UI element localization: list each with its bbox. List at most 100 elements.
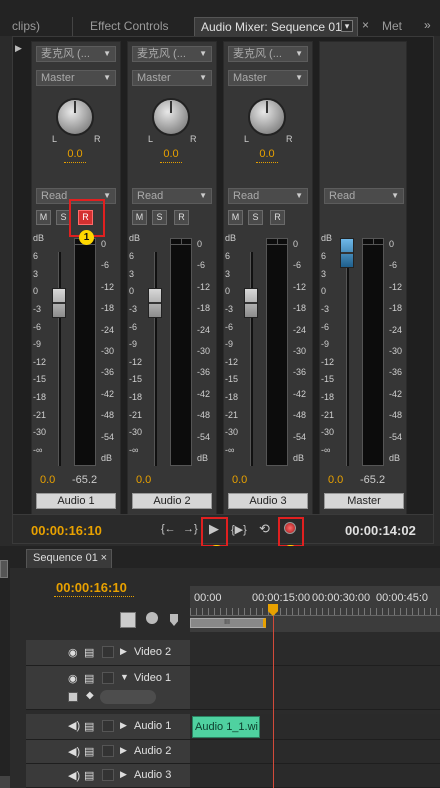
automation-mode-select[interactable]: Read ▼ [228, 188, 308, 204]
fader-scale-tick: -9 [225, 339, 234, 350]
fader-scale-tick: -3 [129, 303, 138, 314]
meter-scale-tick: -18 [293, 303, 307, 314]
master-volume-fader[interactable] [340, 238, 354, 268]
output-select[interactable]: Master ▼ [228, 70, 308, 86]
expand-track-icon[interactable]: ▶ [120, 745, 127, 756]
solo-button[interactable]: S [152, 210, 167, 225]
panel-menu-icon[interactable]: ▾ [341, 20, 353, 32]
tab-project-clips[interactable]: clips) [6, 17, 72, 36]
selection-tool[interactable] [0, 560, 8, 578]
volume-fader[interactable] [244, 288, 258, 318]
go-to-out-button[interactable]: →} [183, 523, 198, 535]
fader-scale-tick: -9 [321, 339, 330, 350]
tab-audio-mixer[interactable]: Audio Mixer: Sequence 01 ▾ [194, 17, 358, 36]
volume-value[interactable]: 0.0 [328, 474, 343, 486]
more-tabs-icon[interactable]: » [424, 18, 431, 32]
film-icon[interactable]: ▤ [84, 769, 94, 782]
pan-knob[interactable] [56, 98, 94, 136]
audio-clip[interactable]: Audio 1_1.wi [192, 716, 260, 738]
input-select[interactable]: 麦克风 (... ▼ [228, 46, 308, 62]
expand-track-icon[interactable]: ▶ [120, 646, 127, 657]
pan-right-label: R [286, 134, 293, 144]
tab-label: Effect Controls [90, 19, 169, 33]
fader-scale-tick: -15 [129, 374, 143, 385]
lock-toggle[interactable] [102, 720, 114, 732]
keyframe-icon[interactable]: ◆ [86, 690, 94, 701]
expand-track-icon[interactable]: ▶ [120, 720, 127, 731]
fader-scale-tick: -12 [321, 356, 335, 367]
pan-value[interactable]: 0.0 [224, 148, 310, 160]
speaker-icon[interactable]: ◀) [68, 745, 80, 758]
lock-toggle[interactable] [102, 769, 114, 781]
film-icon[interactable]: ▤ [84, 720, 94, 733]
eye-icon[interactable]: ◉ [68, 672, 78, 685]
film-icon[interactable]: ▤ [84, 672, 94, 685]
meter-scale-tick: 0 [293, 239, 299, 249]
lock-toggle[interactable] [102, 745, 114, 757]
pan-value[interactable]: 0.0 [128, 148, 214, 160]
timeline-tab-bar: Sequence 01 × [0, 546, 440, 568]
loop-button[interactable]: ⟲ [259, 521, 270, 537]
go-to-in-button[interactable]: {← [161, 523, 176, 535]
work-area-grip: III [224, 619, 230, 626]
lock-toggle[interactable] [102, 646, 114, 658]
automation-mode-select[interactable]: Read ▼ [132, 188, 212, 204]
meter-scale-tick: -54 [389, 431, 403, 442]
speaker-icon[interactable]: ◀) [68, 769, 80, 782]
timeline-timecode[interactable]: 00:00:16:10 [56, 580, 127, 595]
pan-knob[interactable] [248, 98, 286, 136]
input-select[interactable]: 麦克风 (... ▼ [132, 46, 212, 62]
volume-fader[interactable] [148, 288, 162, 318]
tab-label: clips) [12, 19, 41, 33]
db-unit-label: dB [321, 233, 333, 243]
output-select[interactable]: Master ▼ [132, 70, 212, 86]
eye-icon[interactable]: ◉ [68, 646, 78, 659]
input-select[interactable]: 麦克风 (... ▼ [36, 46, 116, 62]
mute-button[interactable]: M [132, 210, 147, 225]
collapse-track-icon[interactable]: ▼ [120, 672, 129, 682]
close-tab-icon[interactable]: × [362, 18, 369, 32]
film-icon[interactable]: ▤ [84, 646, 94, 659]
display-style-icon[interactable] [68, 692, 78, 702]
snap-icon[interactable] [120, 612, 136, 628]
pan-value[interactable]: 0.0 [32, 148, 118, 160]
speaker-icon[interactable]: ◀) [68, 719, 80, 732]
fader-scale-tick: -∞ [225, 445, 235, 455]
mute-button[interactable]: M [228, 210, 243, 225]
volume-value[interactable]: 0.0 [40, 474, 55, 486]
ruler-label: 00:00:30:00 [312, 592, 371, 604]
lock-toggle[interactable] [102, 672, 114, 684]
tab-sequence-01[interactable]: Sequence 01 × [26, 549, 112, 568]
meter-scale-tick: -36 [389, 367, 403, 378]
work-area-bar[interactable]: III [190, 618, 266, 628]
volume-value[interactable]: 0.0 [232, 474, 247, 486]
pan-knob[interactable] [152, 98, 190, 136]
keyframe-nav[interactable] [100, 690, 156, 704]
automation-mode-select[interactable]: Read ▼ [324, 188, 404, 204]
tab-effect-controls[interactable]: Effect Controls [84, 17, 188, 36]
tab-metadata[interactable]: Met [376, 17, 420, 36]
close-tab-icon[interactable]: × [101, 550, 107, 567]
meter-scale-tick: -12 [389, 281, 403, 292]
play-in-to-out-button[interactable]: {▶} [231, 523, 247, 536]
meter-scale-tick: -24 [197, 324, 211, 335]
meter-scale-tick: -42 [101, 388, 115, 399]
show-hide-effects-icon[interactable]: ▶ [15, 43, 22, 54]
set-marker-icon[interactable] [146, 612, 158, 624]
sequence-marker-icon[interactable] [170, 614, 178, 626]
expand-track-icon[interactable]: ▶ [120, 769, 127, 780]
volume-fader[interactable] [52, 288, 66, 318]
output-select[interactable]: Master ▼ [36, 70, 116, 86]
mute-button[interactable]: M [36, 210, 51, 225]
record-enable-button[interactable]: R [270, 210, 285, 225]
time-ruler[interactable]: 00:00 00:00:15:00 00:00:30:00 00:00:45:0… [190, 586, 440, 632]
fader-scale-tick: -21 [129, 409, 143, 420]
mixer-track-audio-2: 麦克风 (... ▼ Master ▼ L R 0.0 Read ▼ M S R 0.… [127, 41, 217, 515]
film-icon[interactable]: ▤ [84, 745, 94, 758]
current-time-display[interactable]: 00:00:16:10 [31, 523, 102, 538]
record-enable-button[interactable]: R [174, 210, 189, 225]
clip-name: Audio 1_1.wi [195, 721, 258, 733]
volume-value[interactable]: 0.0 [136, 474, 151, 486]
solo-button[interactable]: S [248, 210, 263, 225]
fader-scale-tick: -6 [33, 321, 42, 332]
